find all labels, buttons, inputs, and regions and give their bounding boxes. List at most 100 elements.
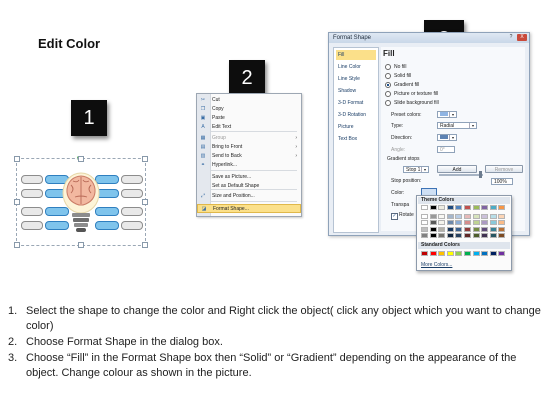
color-swatch[interactable] — [455, 251, 463, 256]
color-swatch[interactable] — [498, 226, 506, 232]
preset-colors-dropdown[interactable]: ▾ — [437, 111, 457, 118]
color-swatch[interactable] — [481, 226, 489, 232]
color-swatch[interactable] — [464, 205, 471, 210]
color-swatch[interactable] — [481, 213, 489, 219]
color-swatch[interactable] — [489, 226, 497, 232]
color-swatch[interactable] — [446, 226, 454, 232]
color-swatch[interactable] — [489, 220, 497, 225]
nav-picture[interactable]: Picture — [336, 122, 376, 132]
context-menu-item[interactable]: ⤢ Size and Position... — [197, 192, 301, 201]
nav-line-style[interactable]: Line Style — [336, 74, 376, 84]
color-swatch[interactable] — [421, 226, 428, 232]
color-swatch[interactable] — [472, 205, 480, 210]
color-swatch[interactable] — [438, 213, 446, 219]
color-swatch[interactable] — [472, 226, 480, 232]
context-menu-item[interactable]: ⚭ Hyperlink... — [197, 161, 301, 170]
context-menu-item[interactable]: ▤ Bring to Front › — [197, 143, 301, 152]
color-swatch[interactable] — [438, 205, 446, 210]
color-swatch[interactable] — [455, 213, 463, 219]
color-swatch[interactable] — [464, 233, 471, 238]
context-menu-item[interactable]: ▦ Group › — [197, 134, 301, 143]
radio-button[interactable] — [385, 63, 391, 70]
color-swatch[interactable] — [481, 251, 489, 256]
stop-dropdown[interactable]: Stop 1 ▾ — [403, 166, 429, 173]
color-swatch[interactable] — [455, 220, 463, 225]
context-menu-item[interactable]: ▥ Send to Back › — [197, 152, 301, 161]
color-swatch[interactable] — [446, 220, 454, 225]
stop-position-field[interactable]: 100% — [491, 178, 513, 185]
help-button[interactable]: ? — [507, 34, 515, 41]
color-swatch[interactable] — [455, 226, 463, 232]
direction-dropdown[interactable]: ▾ — [437, 134, 457, 141]
picture-fill-radio[interactable]: Picture or texture fill — [385, 90, 438, 98]
nav-3d-format[interactable]: 3-D Format — [336, 98, 376, 108]
context-menu-item[interactable]: ◪ Format Shape... — [197, 204, 301, 213]
more-colors-link[interactable]: More Colors... — [421, 262, 452, 268]
color-swatch[interactable] — [429, 251, 437, 256]
color-swatch[interactable] — [464, 251, 471, 256]
color-swatch[interactable] — [438, 251, 446, 256]
slide-background-fill-radio[interactable]: Slide background fill — [385, 99, 439, 107]
remove-stop-button[interactable]: Remove — [485, 165, 523, 173]
color-swatch[interactable] — [429, 205, 437, 210]
slider-thumb[interactable] — [479, 171, 482, 178]
color-swatch[interactable] — [472, 251, 480, 256]
color-swatch[interactable] — [455, 205, 463, 210]
color-swatch[interactable] — [464, 220, 471, 225]
dialog-titlebar[interactable]: Format Shape ? X — [329, 33, 529, 43]
color-swatch[interactable] — [472, 220, 480, 225]
color-swatch[interactable] — [429, 233, 437, 238]
color-swatch[interactable] — [498, 251, 506, 256]
resize-handle[interactable] — [142, 156, 148, 162]
resize-handle[interactable] — [14, 156, 20, 162]
color-swatch[interactable] — [438, 220, 446, 225]
color-swatch[interactable] — [464, 226, 471, 232]
color-swatch[interactable] — [489, 251, 497, 256]
rotate-checkbox[interactable]: ✓ — [391, 213, 398, 220]
resize-handle[interactable] — [142, 242, 148, 248]
context-menu-item[interactable]: Save as Picture... — [197, 173, 301, 182]
color-swatch[interactable] — [481, 220, 489, 225]
resize-handle[interactable] — [14, 199, 20, 205]
color-swatch[interactable] — [472, 233, 480, 238]
color-swatch[interactable] — [446, 205, 454, 210]
color-swatch[interactable] — [446, 233, 454, 238]
resize-handle[interactable] — [78, 156, 84, 162]
color-swatch[interactable] — [498, 233, 506, 238]
color-swatch[interactable] — [498, 213, 506, 219]
gradient-fill-radio[interactable]: Gradient fill — [385, 81, 419, 89]
radio-button[interactable] — [385, 81, 391, 88]
context-menu-item[interactable]: ▣ Paste — [197, 114, 301, 123]
selected-shape[interactable] — [14, 156, 148, 248]
color-swatch[interactable] — [464, 213, 471, 219]
color-swatch[interactable] — [472, 213, 480, 219]
color-swatch[interactable] — [481, 205, 489, 210]
radio-button[interactable] — [385, 72, 391, 79]
resize-handle[interactable] — [78, 242, 84, 248]
color-swatch[interactable] — [489, 213, 497, 219]
context-menu-item[interactable]: ✂ Cut — [197, 96, 301, 105]
color-swatch[interactable] — [481, 233, 489, 238]
color-swatch[interactable] — [421, 233, 428, 238]
no-fill-radio[interactable]: No fill — [385, 63, 407, 71]
color-swatch[interactable] — [421, 251, 428, 256]
radio-button[interactable] — [385, 99, 391, 106]
color-swatch[interactable] — [429, 226, 437, 232]
radio-button[interactable] — [385, 90, 391, 97]
solid-fill-radio[interactable]: Solid fill — [385, 72, 411, 80]
color-swatch[interactable] — [489, 233, 497, 238]
nav-shadow[interactable]: Shadow — [336, 86, 376, 96]
color-swatch[interactable] — [446, 251, 454, 256]
nav-3d-rotation[interactable]: 3-D Rotation — [336, 110, 376, 120]
resize-handle[interactable] — [14, 242, 20, 248]
nav-text-box[interactable]: Text Box — [336, 134, 376, 144]
color-swatch[interactable] — [421, 220, 428, 225]
color-swatch[interactable] — [498, 220, 506, 225]
nav-line-color[interactable]: Line Color — [336, 62, 376, 72]
color-swatch[interactable] — [489, 205, 497, 210]
resize-handle[interactable] — [142, 199, 148, 205]
close-button[interactable]: X — [517, 34, 527, 41]
type-dropdown[interactable]: Radial ▾ — [437, 122, 477, 129]
context-menu-item[interactable]: ❐ Copy — [197, 105, 301, 114]
color-swatch[interactable] — [446, 213, 454, 219]
